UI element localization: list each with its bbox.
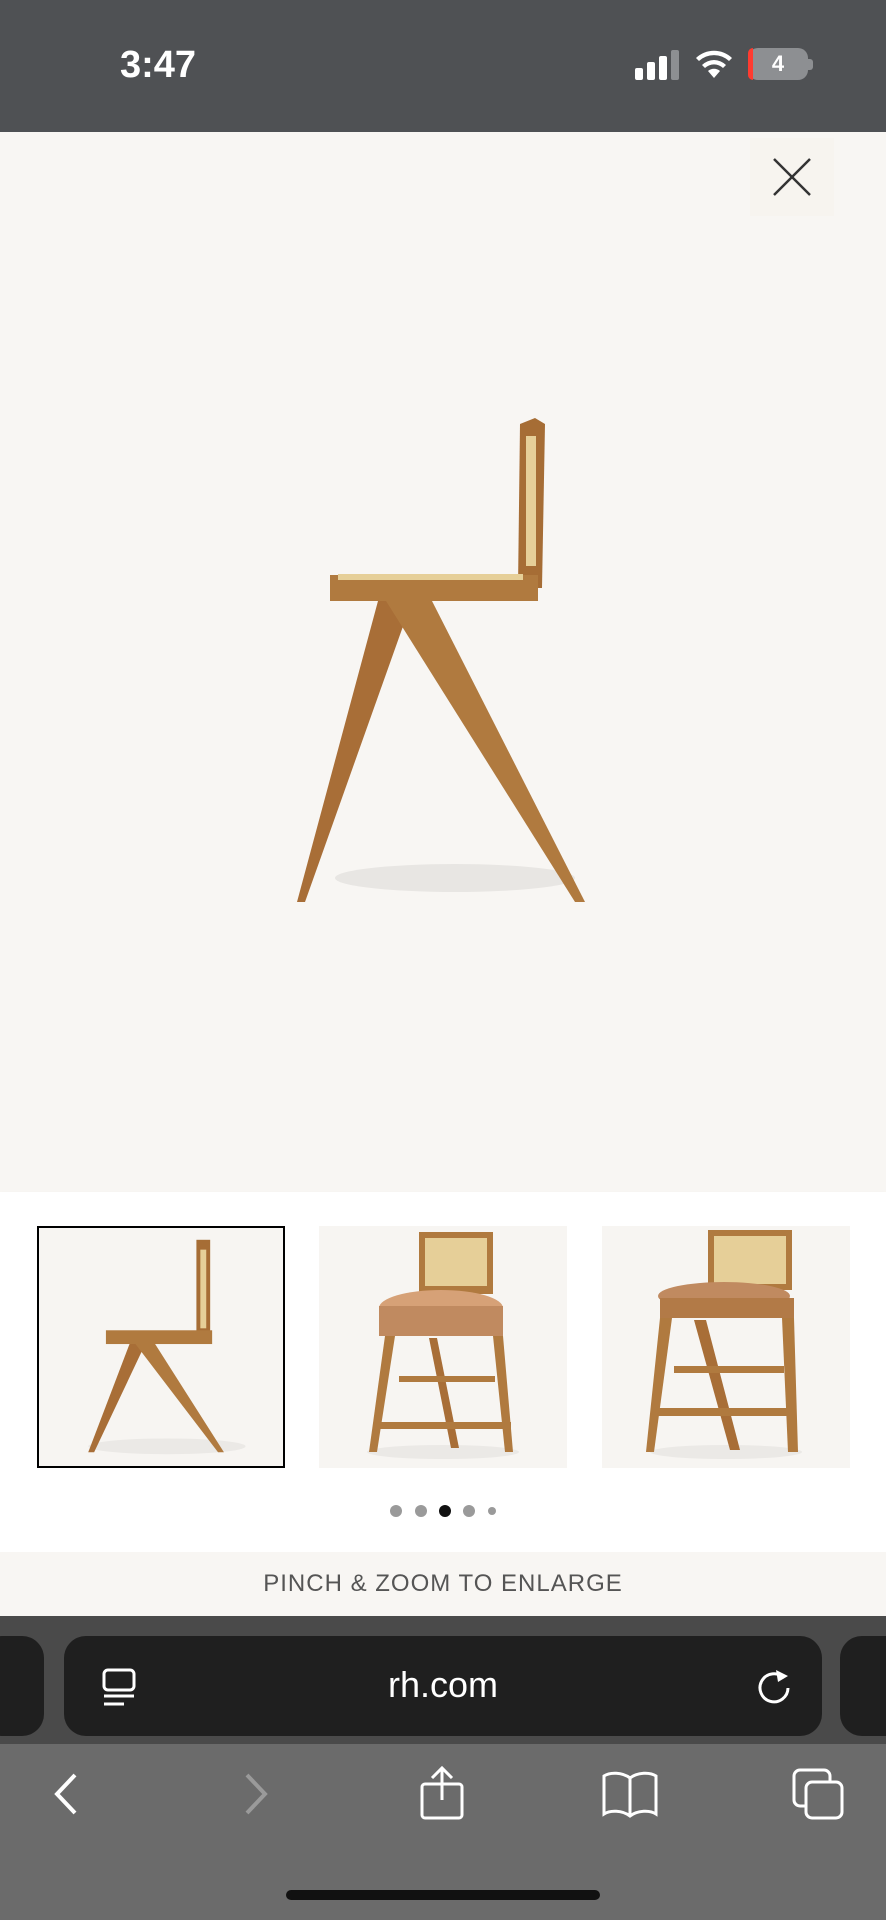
thumbnail-stool-side-view[interactable] <box>37 1226 285 1468</box>
status-time: 3:47 <box>120 44 197 86</box>
next-tab-preview[interactable] <box>840 1636 886 1736</box>
thumbnail-stool-cushion-front[interactable] <box>319 1226 567 1468</box>
bookmarks-button[interactable] <box>600 1764 660 1824</box>
share-button[interactable] <box>412 1764 472 1824</box>
forward-icon <box>245 1773 268 1815</box>
close-icon <box>773 158 811 196</box>
address-area: rh.com <box>0 1616 886 1744</box>
address-bar[interactable]: rh.com <box>64 1636 822 1736</box>
zoom-hint: PINCH & ZOOM TO ENLARGE <box>0 1552 886 1616</box>
battery-cap <box>808 59 813 70</box>
pager-dot[interactable] <box>487 1507 496 1515</box>
pager-dot[interactable] <box>390 1505 403 1517</box>
tabs-button[interactable] <box>788 1764 848 1824</box>
status-bar: 3:47 4 <box>0 0 886 132</box>
browser-toolbar: rh.com <box>0 1616 886 1920</box>
share-icon <box>420 1766 464 1820</box>
bookmarks-icon <box>602 1771 658 1818</box>
thumbnail-strip <box>0 1192 886 1552</box>
pager-dot[interactable] <box>463 1505 476 1517</box>
forward-button[interactable] <box>226 1764 286 1824</box>
product-main-image[interactable] <box>280 410 610 920</box>
carousel-pager <box>0 1504 886 1522</box>
pager-dot[interactable] <box>414 1505 427 1517</box>
home-indicator <box>286 1890 600 1900</box>
tabs-icon <box>792 1768 844 1820</box>
reload-icon[interactable] <box>754 1666 794 1706</box>
wifi-icon <box>696 50 732 78</box>
pager-dot-active[interactable] <box>439 1505 451 1517</box>
close-button[interactable] <box>750 138 834 216</box>
back-button[interactable] <box>36 1764 96 1824</box>
url-text[interactable]: rh.com <box>64 1664 822 1706</box>
back-icon <box>54 1773 77 1815</box>
previous-tab-preview[interactable] <box>0 1636 44 1736</box>
signal-icon <box>635 50 679 80</box>
thumbnail-stool-cushion-angle[interactable] <box>602 1226 850 1468</box>
battery-indicator: 4 <box>748 48 808 80</box>
